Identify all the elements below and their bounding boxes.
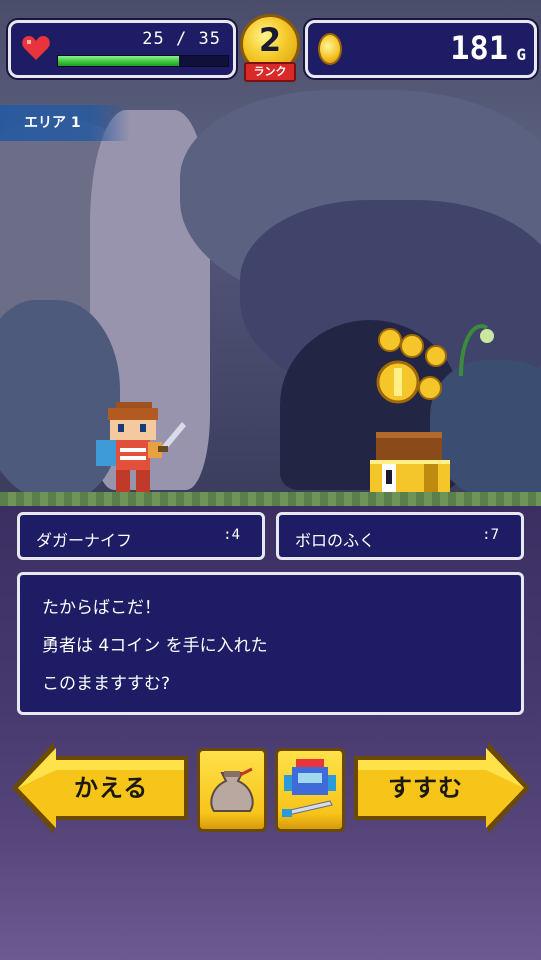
- treasure-chest: [370, 432, 450, 494]
- armor-name: ボロのふく: [295, 531, 376, 550]
- plant-sprite: [459, 324, 494, 377]
- bag-icon: [210, 767, 254, 812]
- rank-number: 2: [258, 21, 282, 59]
- armor-value: :7: [482, 527, 499, 543]
- message-line-1: たからばこだ！: [42, 598, 161, 618]
- heart-icon: [22, 36, 50, 60]
- gold-unit: G: [516, 45, 526, 64]
- hp-separator: /: [176, 29, 188, 49]
- gold-panel: 181 G: [305, 20, 537, 78]
- coin-pile: [376, 328, 447, 404]
- message-line-2: 勇者は 4コイン を手に入れた: [42, 636, 268, 656]
- weapon-name: ダガーナイフ: [36, 531, 133, 550]
- hero-sprite: [96, 402, 186, 492]
- message-box: たからばこだ！ 勇者は 4コイン を手に入れた このまますすむ?: [17, 572, 524, 715]
- go-label: すすむ: [388, 774, 463, 802]
- equipment-icon: [282, 759, 336, 817]
- go-button[interactable]: すすむ: [350, 740, 532, 836]
- hp-panel: 25 / 35: [8, 20, 236, 78]
- area-label: エリア 1: [0, 105, 130, 141]
- bag-button[interactable]: [197, 748, 267, 832]
- message-line-3: このまますすむ?: [42, 674, 171, 694]
- coin-icon: [318, 33, 342, 65]
- back-button[interactable]: かえる: [10, 740, 192, 836]
- back-label: かえる: [74, 774, 149, 802]
- equipment-button[interactable]: [275, 748, 345, 832]
- hp-current: 25: [142, 29, 165, 49]
- weapon-panel: ダガーナイフ :4: [17, 512, 265, 560]
- hp-readout: 25 / 35: [142, 29, 221, 49]
- gold-amount: 181: [450, 29, 508, 67]
- hp-max: 35: [198, 29, 221, 49]
- rank-label: ランク: [244, 62, 296, 82]
- cave-ground: [0, 492, 541, 506]
- hp-bar: [57, 55, 229, 67]
- weapon-value: :4: [223, 527, 240, 543]
- armor-panel: ボロのふく :7: [276, 512, 524, 560]
- hp-bar-fill: [58, 56, 180, 66]
